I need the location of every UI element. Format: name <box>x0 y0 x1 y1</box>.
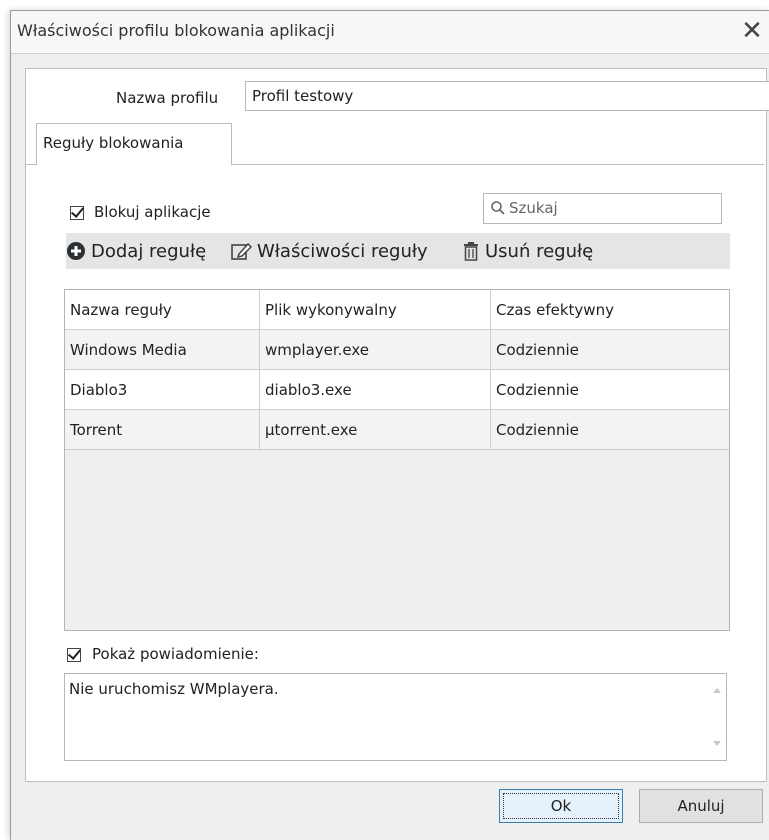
window-title: Właściwości profilu blokowania aplikacji <box>17 21 335 40</box>
notification-message-field[interactable]: Nie uruchomisz WMplayera. <box>64 673 727 761</box>
content-panel: Nazwa profilu Reguły blokowania Blokuj a… <box>25 68 769 782</box>
rules-table: Nazwa reguły Plik wykonywalny Czas efekt… <box>64 289 730 631</box>
table-row[interactable]: Windows Media wmplayer.exe Codziennie <box>65 330 729 370</box>
cell-effective-time: Codziennie <box>491 370 729 410</box>
search-icon <box>491 201 505 215</box>
profile-name-input[interactable] <box>245 81 769 111</box>
edit-icon <box>231 242 252 260</box>
profile-name-label: Nazwa profilu <box>116 89 219 107</box>
search-input[interactable]: Szukaj <box>483 193 722 224</box>
column-header-effective-time[interactable]: Czas efektywny <box>491 290 729 330</box>
table-header: Nazwa reguły Plik wykonywalny Czas efekt… <box>65 290 729 330</box>
table-row[interactable]: Diablo3 diablo3.exe Codziennie <box>65 370 729 410</box>
cell-rule-name: Windows Media <box>65 330 260 370</box>
add-rule-label: Dodaj regułę <box>91 240 207 262</box>
message-scrollbar[interactable] <box>708 674 726 760</box>
rule-properties-label: Właściwości reguły <box>257 240 428 262</box>
cell-rule-name: Torrent <box>65 410 260 450</box>
cell-effective-time: Codziennie <box>491 410 729 450</box>
show-notification-checkbox[interactable] <box>67 648 81 662</box>
cell-executable: µtorrent.exe <box>260 410 491 450</box>
tab-page-blocking-rules: Blokuj aplikacje Szukaj Dodaj regułę Wła… <box>26 164 764 781</box>
scroll-up-icon[interactable] <box>713 688 721 693</box>
show-notification-label: Pokaż powiadomienie: <box>92 645 259 663</box>
title-bar[interactable]: Właściwości profilu blokowania aplikacji… <box>11 11 769 54</box>
cell-rule-name: Diablo3 <box>65 370 260 410</box>
scroll-down-icon[interactable] <box>713 741 721 746</box>
table-row[interactable]: Torrent µtorrent.exe Codziennie <box>65 410 729 450</box>
plus-circle-icon <box>67 242 85 260</box>
dialog-window: Właściwości profilu blokowania aplikacji… <box>10 10 769 840</box>
block-apps-checkbox[interactable] <box>70 206 84 220</box>
focus-rectangle <box>503 793 619 819</box>
trash-icon <box>464 242 478 261</box>
search-placeholder: Szukaj <box>509 199 558 217</box>
block-apps-label: Blokuj aplikacje <box>94 203 211 221</box>
cell-effective-time: Codziennie <box>491 330 729 370</box>
column-header-rule-name[interactable]: Nazwa reguły <box>65 290 260 330</box>
delete-rule-button[interactable]: Usuń regułę <box>462 233 593 269</box>
notification-message-text[interactable]: Nie uruchomisz WMplayera. <box>65 674 706 760</box>
tab-blocking-rules[interactable]: Reguły blokowania <box>36 123 232 165</box>
delete-rule-label: Usuń regułę <box>485 240 594 262</box>
cell-executable: diablo3.exe <box>260 370 491 410</box>
cancel-button[interactable]: Anuluj <box>639 789 763 823</box>
rule-properties-button[interactable]: Właściwości reguły <box>230 233 428 269</box>
close-icon[interactable]: ✕ <box>738 17 766 45</box>
cell-executable: wmplayer.exe <box>260 330 491 370</box>
column-header-executable[interactable]: Plik wykonywalny <box>260 290 491 330</box>
table-body: Windows Media wmplayer.exe Codziennie Di… <box>65 330 729 450</box>
add-rule-button[interactable]: Dodaj regułę <box>66 233 206 269</box>
ok-button[interactable]: Ok <box>499 789 623 823</box>
rules-toolbar: Dodaj regułę Właściwości reguły Usuń reg… <box>66 233 730 269</box>
cancel-button-label: Anuluj <box>677 797 725 815</box>
